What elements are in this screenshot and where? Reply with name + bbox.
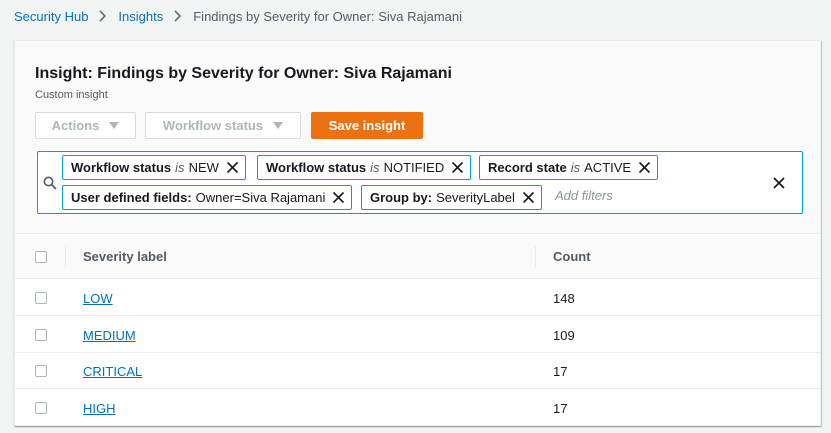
select-all-checkbox[interactable] bbox=[35, 251, 47, 263]
chip-op: is bbox=[370, 160, 380, 175]
caret-down-icon bbox=[273, 122, 284, 129]
chip-value: NEW bbox=[188, 160, 219, 175]
row-checkbox[interactable] bbox=[35, 329, 47, 341]
row-checkbox[interactable] bbox=[35, 365, 47, 377]
close-icon[interactable] bbox=[332, 191, 345, 204]
save-insight-button[interactable]: Save insight bbox=[311, 112, 423, 139]
column-header-severity[interactable]: Severity label bbox=[83, 249, 167, 264]
count-cell: 17 bbox=[553, 401, 568, 416]
add-filters-input[interactable]: Add filters bbox=[555, 188, 613, 203]
column-divider bbox=[535, 246, 536, 268]
count-cell: 148 bbox=[553, 291, 575, 306]
filter-bar[interactable]: Workflow status is NEW Workflow status i… bbox=[37, 151, 803, 214]
table-row: HIGH 17 bbox=[15, 390, 820, 426]
close-icon[interactable] bbox=[772, 176, 786, 190]
chip-op: is bbox=[175, 160, 185, 175]
actions-label: Actions bbox=[51, 118, 100, 133]
insight-panel: Insight: Findings by Severity for Owner:… bbox=[14, 40, 821, 426]
severity-link[interactable]: LOW bbox=[83, 291, 113, 306]
column-header-count[interactable]: Count bbox=[553, 249, 591, 264]
breadcrumb-insights[interactable]: Insights bbox=[118, 9, 163, 24]
table-row: CRITICAL 17 bbox=[15, 353, 820, 389]
row-checkbox[interactable] bbox=[35, 402, 47, 414]
count-cell: 109 bbox=[553, 328, 575, 343]
page-subtitle: Custom insight bbox=[35, 89, 108, 101]
table-row: MEDIUM 109 bbox=[15, 317, 820, 353]
table-header: Severity label Count bbox=[15, 235, 820, 279]
caret-down-icon bbox=[109, 122, 120, 129]
severity-link[interactable]: MEDIUM bbox=[83, 328, 136, 343]
insight-header: Insight: Findings by Severity for Owner:… bbox=[15, 41, 820, 234]
chip-value: NOTIFIED bbox=[383, 160, 445, 175]
workflow-status-dropdown-button[interactable]: Workflow status bbox=[145, 112, 301, 139]
actions-dropdown-button[interactable]: Actions bbox=[35, 112, 136, 139]
severity-link[interactable]: HIGH bbox=[83, 401, 116, 416]
search-icon bbox=[43, 176, 57, 190]
chip-value: SeverityLabel bbox=[436, 190, 515, 205]
page-title: Insight: Findings by Severity for Owner:… bbox=[35, 65, 452, 82]
chevron-right-icon bbox=[174, 10, 182, 22]
chip-key: User defined fields bbox=[71, 190, 188, 205]
filter-chip-workflow-notified: Workflow status is NOTIFIED bbox=[257, 155, 472, 180]
chip-value: Owner=Siva Rajamani bbox=[195, 190, 326, 205]
chip-value: ACTIVE bbox=[584, 160, 632, 175]
workflow-status-label: Workflow status bbox=[162, 118, 264, 133]
close-icon[interactable] bbox=[226, 161, 239, 174]
column-divider bbox=[65, 246, 66, 268]
chip-sep: : bbox=[427, 190, 433, 205]
severity-link[interactable]: CRITICAL bbox=[83, 364, 142, 379]
count-cell: 17 bbox=[553, 364, 568, 379]
close-icon[interactable] bbox=[451, 161, 464, 174]
breadcrumb-current: Findings by Severity for Owner: Siva Raj… bbox=[193, 8, 463, 24]
filter-chip-workflow-new: Workflow status is NEW bbox=[62, 155, 246, 180]
breadcrumb-security-hub[interactable]: Security Hub bbox=[14, 9, 88, 24]
chip-key: Group by bbox=[370, 190, 428, 205]
filter-chip-group-by: Group by: SeverityLabel bbox=[361, 185, 542, 210]
chip-key: Workflow status bbox=[71, 160, 172, 175]
chevron-right-icon bbox=[99, 10, 107, 22]
breadcrumb: Security Hub Insights Findings by Severi… bbox=[14, 7, 462, 25]
filter-chip-record-state: Record state is ACTIVE bbox=[479, 155, 659, 180]
table-row: LOW 148 bbox=[15, 280, 820, 316]
close-icon[interactable] bbox=[638, 161, 651, 174]
chip-op: is bbox=[570, 160, 581, 175]
chip-key: Workflow status bbox=[266, 160, 367, 175]
row-checkbox[interactable] bbox=[35, 292, 47, 304]
close-icon[interactable] bbox=[522, 191, 535, 204]
chip-key: Record state bbox=[488, 160, 567, 175]
filter-chip-user-defined: User defined fields: Owner=Siva Rajamani bbox=[62, 185, 353, 210]
chip-sep: : bbox=[187, 190, 192, 205]
